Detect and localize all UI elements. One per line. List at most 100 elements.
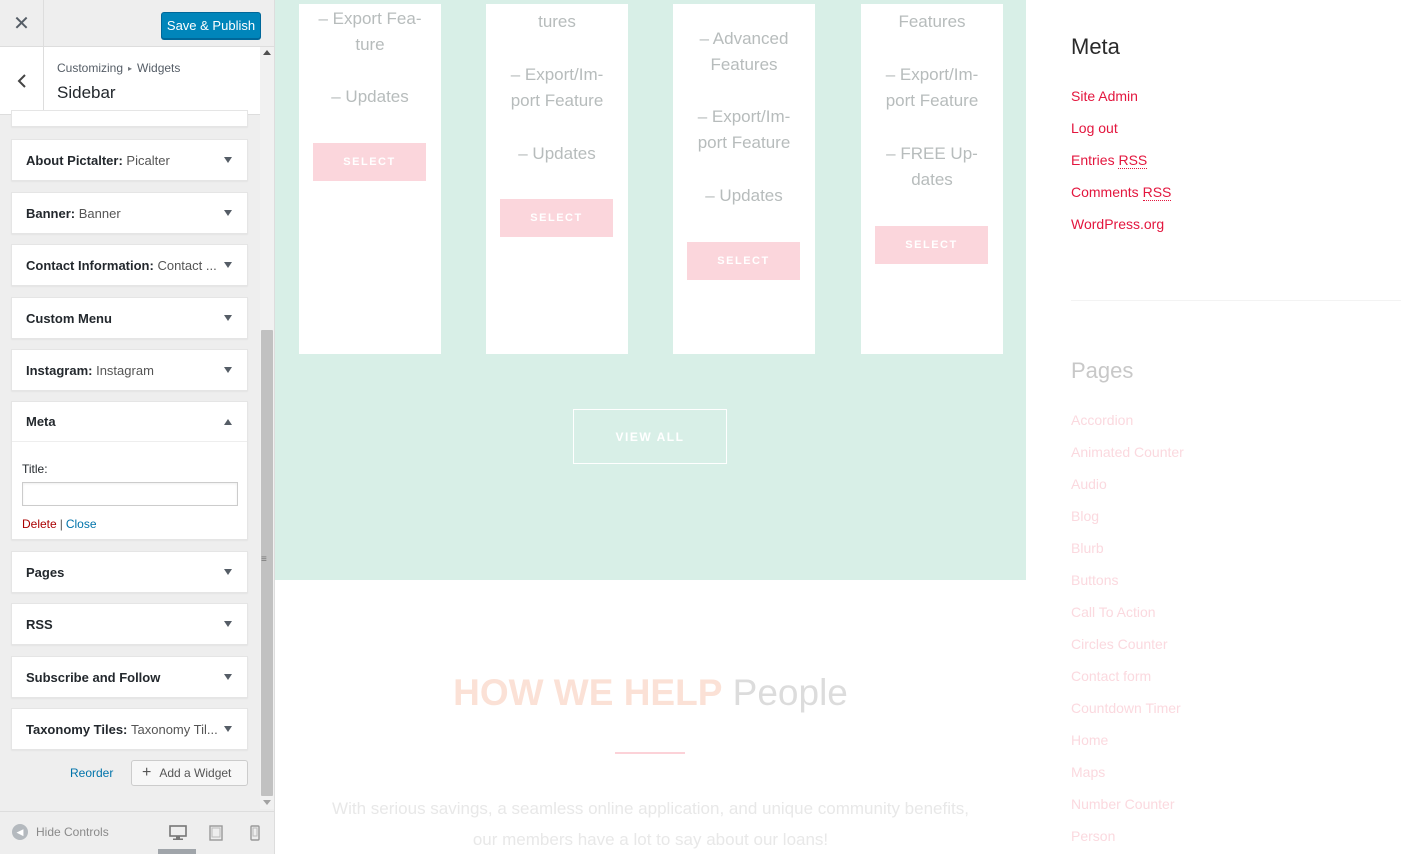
breadcrumb-current: Widgets — [137, 61, 181, 75]
page-link[interactable]: Buttons — [1071, 572, 1118, 588]
widget-title: Banner: — [26, 205, 76, 221]
help-text: With serious savings, a seamless online … — [295, 793, 1006, 854]
expand-arrow-icon[interactable] — [224, 262, 232, 268]
widget-subtitle: Contact ... — [157, 257, 217, 273]
widget-subtitle: Picalter — [126, 152, 170, 168]
expand-arrow-icon[interactable] — [224, 621, 232, 627]
section-header: Customizing ▸ Widgets Sidebar — [0, 47, 260, 115]
help-text-line: our members have a lot to say about our … — [472, 830, 829, 849]
page-link[interactable]: Number Counter — [1071, 796, 1175, 812]
page-link[interactable]: Animated Counter — [1071, 444, 1184, 460]
add-widget-button[interactable]: + Add a Widget — [131, 760, 248, 786]
customizer-panel: ✕ Save & Publish Customizing ▸ Widgets S… — [0, 0, 275, 854]
rss-abbr: RSS — [1142, 184, 1172, 201]
expand-arrow-icon[interactable] — [224, 726, 232, 732]
breadcrumb: Customizing ▸ Widgets — [57, 61, 180, 75]
comments-label: Comments — [1071, 184, 1139, 200]
pages-heading: Pages — [1071, 358, 1134, 383]
scroll-down-arrow-icon[interactable] — [263, 800, 271, 805]
page-link[interactable]: Blurb — [1071, 540, 1104, 556]
feature-text: – Updates — [518, 144, 596, 163]
pricing-section: – Export Fea- ture – Updates SELECT ture… — [275, 0, 1026, 580]
close-link[interactable]: Close — [66, 517, 97, 531]
feature-text: – Export/Im- — [697, 107, 791, 126]
title-input[interactable] — [22, 482, 238, 506]
page-link[interactable]: Circles Counter — [1071, 636, 1167, 652]
widget-title: RSS — [26, 616, 53, 632]
widget-title: Contact Information: — [26, 257, 154, 273]
widget-taxonomy-tiles[interactable]: Taxonomy Tiles: Taxonomy Til... — [11, 708, 248, 750]
collapse-arrow-icon[interactable] — [224, 419, 232, 425]
widget-custom-menu[interactable]: Custom Menu — [11, 297, 248, 339]
help-heading: HOW WE HELP People — [275, 672, 1026, 714]
help-heading-highlight: HOW WE HELP — [453, 672, 723, 713]
preview-desktop-button[interactable] — [168, 823, 188, 843]
widget-title: Custom Menu — [26, 310, 112, 326]
expand-arrow-icon[interactable] — [224, 315, 232, 321]
pricing-card: Features – Export/Im- port Feature – FRE… — [861, 4, 1003, 354]
page-link[interactable]: Call To Action — [1071, 604, 1156, 620]
hide-controls-label: Hide Controls — [36, 825, 109, 839]
page-link[interactable]: Maps — [1071, 764, 1105, 780]
expand-arrow-icon[interactable] — [224, 569, 232, 575]
select-plan-button[interactable]: SELECT — [875, 226, 988, 264]
widget-instagram[interactable]: Instagram: Instagram — [11, 349, 248, 391]
sidebar-divider — [1071, 300, 1401, 301]
comments-rss-link[interactable]: Comments RSS — [1071, 184, 1172, 201]
panel-scrollbar[interactable] — [260, 47, 274, 809]
view-all-button[interactable]: VIEW ALL — [573, 409, 727, 464]
expand-arrow-icon[interactable] — [224, 157, 232, 163]
resize-grip-icon[interactable]: ≡ — [261, 555, 267, 565]
page-link[interactable]: Accordion — [1071, 412, 1133, 428]
page-link[interactable]: Person — [1071, 828, 1115, 844]
page-link[interactable]: Home — [1071, 732, 1108, 748]
select-plan-button[interactable]: SELECT — [313, 143, 426, 181]
expand-arrow-icon[interactable] — [224, 367, 232, 373]
feature-text: – Export/Im- — [510, 65, 604, 84]
desktop-icon — [169, 825, 187, 840]
customizer-footer: ◀ Hide Controls — [0, 811, 274, 854]
help-text-line: With serious savings, a seamless online … — [332, 799, 969, 818]
preview-mobile-button[interactable] — [245, 823, 265, 843]
widget-title: Meta — [26, 414, 56, 429]
widget-rss[interactable]: RSS — [11, 603, 248, 645]
feature-text: – Updates — [705, 186, 783, 205]
feature-text: – Export/Im- — [885, 65, 979, 84]
delete-link[interactable]: Delete — [22, 517, 57, 531]
expand-arrow-icon[interactable] — [224, 210, 232, 216]
feature-text: ture — [355, 35, 385, 54]
active-device-indicator — [158, 849, 196, 854]
preview-tablet-button[interactable] — [206, 823, 226, 843]
feature-text: dates — [911, 170, 953, 189]
site-admin-link[interactable]: Site Admin — [1071, 88, 1138, 104]
widget-meta-body: Title: Delete | Close — [12, 442, 247, 541]
log-out-link[interactable]: Log out — [1071, 120, 1118, 136]
scroll-up-arrow-icon[interactable] — [263, 50, 271, 55]
preview-sidebar: Meta Site Admin Log out Entries RSS Comm… — [1071, 0, 1401, 854]
close-customizer-button[interactable]: ✕ — [0, 0, 44, 47]
page-link[interactable]: Countdown Timer — [1071, 700, 1181, 716]
widget-pages[interactable]: Pages — [11, 551, 248, 593]
back-button[interactable] — [0, 47, 44, 114]
widget-contact-information[interactable]: Contact Information: Contact ... — [11, 244, 248, 286]
feature-text: port Feature — [697, 133, 791, 152]
save-publish-button[interactable]: Save & Publish — [161, 12, 261, 39]
meta-heading: Meta — [1071, 34, 1120, 59]
hide-controls-button[interactable]: ◀ Hide Controls — [12, 824, 109, 840]
widget-meta[interactable]: Meta Title: Delete | Close — [11, 401, 248, 540]
entries-rss-link[interactable]: Entries RSS — [1071, 152, 1148, 169]
page-link[interactable]: Contact form — [1071, 668, 1151, 684]
widget-about-pictalter[interactable]: About Pictalter: Picalter — [11, 139, 248, 181]
expand-arrow-icon[interactable] — [224, 674, 232, 680]
pricing-card: tures – Export/Im- port Feature – Update… — [486, 4, 628, 354]
wordpress-org-link[interactable]: WordPress.org — [1071, 216, 1164, 232]
reorder-link[interactable]: Reorder — [70, 766, 113, 780]
select-plan-button[interactable]: SELECT — [500, 199, 613, 237]
page-link[interactable]: Audio — [1071, 476, 1107, 492]
widget-title: Instagram: — [26, 362, 93, 378]
widget-subscribe-and-follow[interactable]: Subscribe and Follow — [11, 656, 248, 698]
page-link[interactable]: Blog — [1071, 508, 1099, 524]
select-plan-button[interactable]: SELECT — [687, 242, 800, 280]
feature-text: – Updates — [331, 87, 409, 106]
widget-banner[interactable]: Banner: Banner — [11, 192, 248, 234]
